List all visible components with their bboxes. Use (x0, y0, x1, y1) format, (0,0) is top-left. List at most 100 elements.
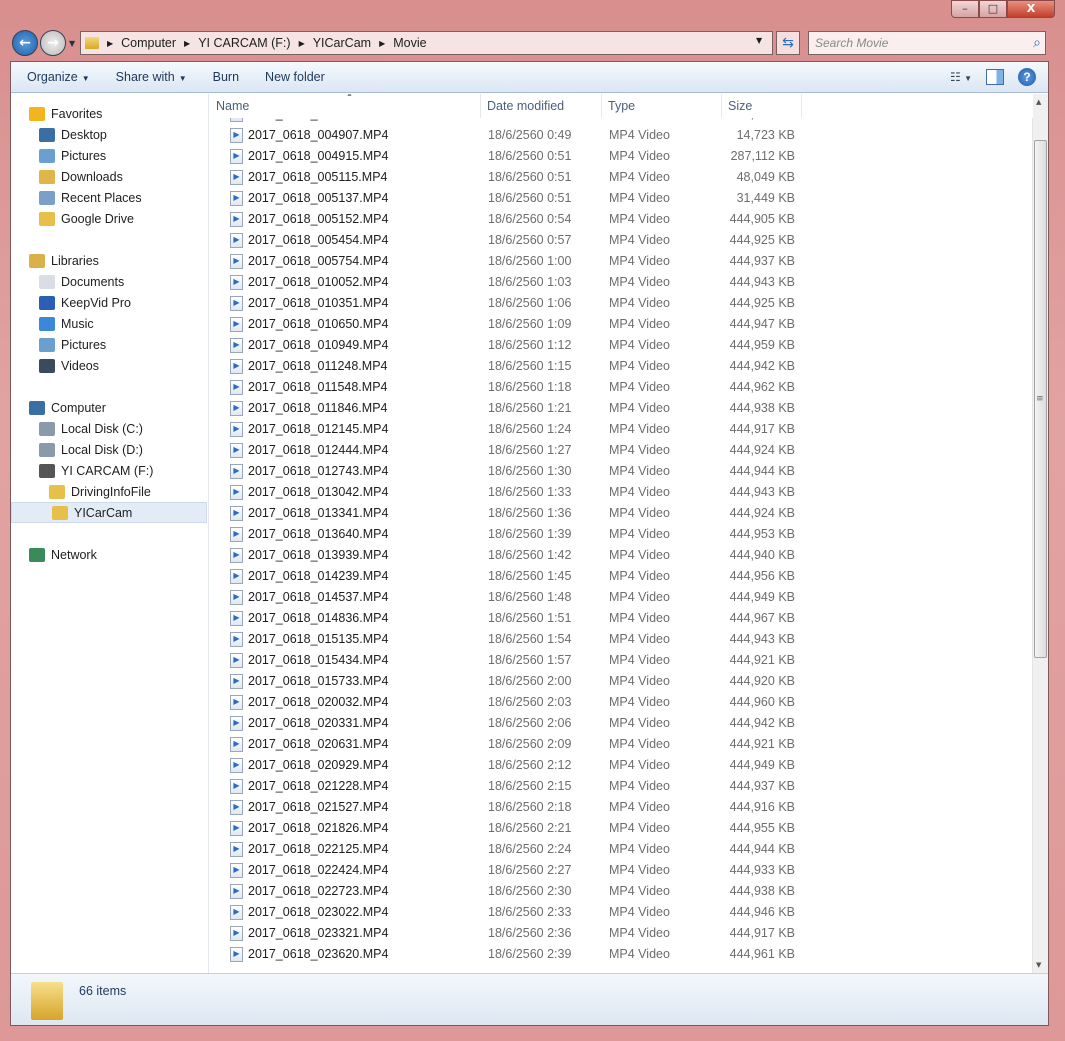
maximize-button[interactable]: □ (979, 0, 1007, 18)
breadcrumb-separator-icon[interactable]: ▶ (299, 39, 305, 48)
breadcrumb-separator-icon[interactable]: ▶ (379, 39, 385, 48)
sidebar-item-local-disk-c[interactable]: Local Disk (C:) (39, 418, 143, 439)
sidebar-item-music[interactable]: Music (39, 313, 94, 334)
file-row[interactable]: ▶ 2017_0618_011548.MP4 18/6/2560 1:18 MP4 V… (210, 377, 1033, 398)
file-row[interactable]: ▶ 2017_0618_015135.MP4 18/6/2560 1:54 MP4 V… (210, 629, 1033, 650)
sidebar-item-pictures[interactable]: Pictures (39, 145, 106, 166)
recent-pages-dropdown[interactable]: ▼ (69, 39, 75, 48)
breadcrumb-movie[interactable]: Movie (393, 36, 426, 50)
file-row[interactable]: ▶ 2017_0618_015434.MP4 18/6/2560 1:57 MP4 V… (210, 650, 1033, 671)
sidebar-item-drivinginfofile[interactable]: DrivingInfoFile (49, 481, 151, 502)
scroll-down-arrow-icon[interactable]: ▼ (1036, 961, 1041, 969)
breadcrumb-separator-icon[interactable]: ▶ (184, 39, 190, 48)
file-row[interactable]: ▶ 2017_0618_004915.MP4 18/6/2560 0:51 MP4 V… (210, 146, 1033, 167)
file-row[interactable]: ▶ 2017_0618_020631.MP4 18/6/2560 2:09 MP4 V… (210, 734, 1033, 755)
file-row[interactable]: ▶ 2017_0618_010650.MP4 18/6/2560 1:09 MP4 V… (210, 314, 1033, 335)
file-row[interactable]: ▶ 2017_0618_023022.MP4 18/6/2560 2:33 MP4 V… (210, 902, 1033, 923)
column-header-date[interactable]: Date modified (481, 94, 602, 118)
new-folder-button[interactable]: New folder (255, 70, 335, 84)
sidebar-item-google-drive[interactable]: Google Drive (39, 208, 134, 229)
breadcrumb-separator-icon[interactable]: ▶ (107, 39, 113, 48)
file-row[interactable]: ▶ 2017_0618_012444.MP4 18/6/2560 1:27 MP4 V… (210, 440, 1033, 461)
file-row[interactable]: ▶ 2017_0618_013042.MP4 18/6/2560 1:33 MP4 V… (210, 482, 1033, 503)
file-row[interactable]: ▶ 2017_0618_021527.MP4 18/6/2560 2:18 MP4 V… (210, 797, 1033, 818)
file-row[interactable]: ▶ 2017_0618_011846.MP4 18/6/2560 1:21 MP4 V… (210, 398, 1033, 419)
back-button[interactable]: ← (12, 30, 38, 56)
pictures-icon (39, 337, 55, 352)
close-button[interactable]: X (1007, 0, 1055, 18)
breadcrumb-drive[interactable]: YI CARCAM (F:) (198, 36, 290, 50)
file-row[interactable]: ▶ 2017_0618_022424.MP4 18/6/2560 2:27 MP4 V… (210, 860, 1033, 881)
forward-button[interactable]: → (40, 30, 66, 56)
sidebar-item-yi-carcam-f[interactable]: YI CARCAM (F:) (39, 460, 153, 481)
file-row[interactable]: ▶ 2017_0618_011248.MP4 18/6/2560 1:15 MP4 V… (210, 356, 1033, 377)
file-row[interactable]: ▶ 2017_0618_010949.MP4 18/6/2560 1:12 MP4 V… (210, 335, 1033, 356)
file-row[interactable]: ▶ 2017_0618_012743.MP4 18/6/2560 1:30 MP4 V… (210, 461, 1033, 482)
file-row[interactable]: ▶ 2017_0618_022723.MP4 18/6/2560 2:30 MP4 V… (210, 881, 1033, 902)
file-row[interactable]: ▶ 2017_0618_010052.MP4 18/6/2560 1:03 MP4 V… (210, 272, 1033, 293)
file-row[interactable]: ▶ 2017_0618_021228.MP4 18/6/2560 2:15 MP4 V… (210, 776, 1033, 797)
file-row[interactable]: ▶ 2017_0618_022125.MP4 18/6/2560 2:24 MP4 V… (210, 839, 1033, 860)
sidebar-item-network[interactable]: Network (29, 544, 97, 565)
preview-pane-button[interactable] (986, 69, 1004, 85)
file-row[interactable]: ▶ 2017_0618_021826.MP4 18/6/2560 2:21 MP4 V… (210, 818, 1033, 839)
file-row[interactable]: ▶ 2017_0618_014537.MP4 18/6/2560 1:48 MP4 V… (210, 587, 1033, 608)
file-type: MP4 Video (609, 758, 670, 772)
refresh-button[interactable]: ⇆ (776, 31, 800, 55)
file-row[interactable]: ▶ 2017_0618_020032.MP4 18/6/2560 2:03 MP4 V… (210, 692, 1033, 713)
sidebar-item-recent-places[interactable]: Recent Places (39, 187, 142, 208)
file-name: 2017_0618_011548.MP4 (248, 380, 388, 394)
sidebar-item-desktop[interactable]: Desktop (39, 124, 107, 145)
sidebar-item-libraries[interactable]: Libraries (29, 250, 99, 271)
sidebar-item-favorites[interactable]: Favorites (29, 103, 102, 124)
file-row[interactable]: ▶ 2017_0618_005152.MP4 18/6/2560 0:54 MP4 V… (210, 209, 1033, 230)
address-bar[interactable]: ▶ Computer ▶ YI CARCAM (F:) ▶ YICarCam ▶… (80, 31, 773, 55)
file-row[interactable]: ▶ 2017_0618_004907.MP4 18/6/2560 0:49 MP4 V… (210, 125, 1033, 146)
file-row[interactable]: ▶ 2017_0618_005137.MP4 18/6/2560 0:51 MP4 V… (210, 188, 1033, 209)
burn-button[interactable]: Burn (203, 70, 249, 84)
file-row[interactable]: ▶ 2017_0618_013341.MP4 18/6/2560 1:36 MP4 V… (210, 503, 1033, 524)
file-row[interactable]: ▶ 2017_0618_014836.MP4 18/6/2560 1:51 MP4 V… (210, 608, 1033, 629)
file-row[interactable]: ▶ 2017_0618_023620.MP4 18/6/2560 2:39 MP4 V… (210, 944, 1033, 965)
sidebar-item-downloads[interactable]: Downloads (39, 166, 123, 187)
file-date-modified: 18/6/2560 2:12 (488, 758, 572, 772)
search-input[interactable]: Search Movie ⌕ (808, 31, 1046, 55)
address-history-dropdown[interactable]: ▼ (756, 36, 762, 45)
sidebar-item-pictures[interactable]: Pictures (39, 334, 106, 355)
sidebar-item-documents[interactable]: Documents (39, 271, 124, 292)
column-header-type[interactable]: Type (602, 94, 722, 118)
change-view-button[interactable]: ☷ ▼ (950, 70, 972, 84)
sidebar-item-yicarcam[interactable]: YICarCam (11, 502, 207, 523)
search-icon[interactable]: ⌕ (1033, 34, 1041, 51)
file-size: 444,921 KB (729, 737, 795, 751)
help-button[interactable]: ? (1018, 68, 1036, 86)
file-row[interactable]: ▶ 2017_0618_005454.MP4 18/6/2560 0:57 MP4 V… (210, 230, 1033, 251)
breadcrumb-yicarcam[interactable]: YICarCam (313, 36, 371, 50)
sidebar-item-keepvid-pro[interactable]: KeepVid Pro (39, 292, 131, 313)
share-with-button[interactable]: Share with ▼ (106, 70, 197, 84)
scroll-up-arrow-icon[interactable]: ▲ (1036, 98, 1041, 106)
sidebar-item-videos[interactable]: Videos (39, 355, 99, 376)
column-header-size[interactable]: Size (722, 94, 802, 118)
file-name: 2017_0618_010351.MP4 (248, 296, 389, 310)
breadcrumb-computer[interactable]: Computer (121, 36, 176, 50)
organize-button[interactable]: Organize ▼ (17, 70, 100, 84)
file-row[interactable]: ▶ 2017_0618_013640.MP4 18/6/2560 1:39 MP4 V… (210, 524, 1033, 545)
file-row[interactable]: ▶ 2017_0618_014239.MP4 18/6/2560 1:45 MP4 V… (210, 566, 1033, 587)
vertical-scrollbar[interactable]: ▲ ≡ ▼ (1032, 94, 1048, 973)
file-name: 2017_0618_020331.MP4 (248, 716, 389, 730)
sidebar-item-local-disk-d[interactable]: Local Disk (D:) (39, 439, 143, 460)
file-row[interactable]: ▶ 2017_0618_020929.MP4 18/6/2560 2:12 MP4 V… (210, 755, 1033, 776)
file-row[interactable]: ▶ 2017_0618_023321.MP4 18/6/2560 2:36 MP4 V… (210, 923, 1033, 944)
file-row[interactable]: ▶ 2017_0618_020331.MP4 18/6/2560 2:06 MP4 V… (210, 713, 1033, 734)
file-row[interactable]: ▶ 2017_0618_010351.MP4 18/6/2560 1:06 MP4 V… (210, 293, 1033, 314)
file-name: 2017_0618_005754.MP4 (248, 254, 389, 268)
file-row[interactable]: ▶ 2017_0618_005754.MP4 18/6/2560 1:00 MP4 V… (210, 251, 1033, 272)
file-row[interactable]: ▶ 2017_0618_005115.MP4 18/6/2560 0:51 MP4 V… (210, 167, 1033, 188)
sidebar-item-label: Network (51, 547, 97, 562)
file-row[interactable]: ▶ 2017_0618_015733.MP4 18/6/2560 2:00 MP4 V… (210, 671, 1033, 692)
file-row[interactable]: ▶ 2017_0618_013939.MP4 18/6/2560 1:42 MP4 V… (210, 545, 1033, 566)
file-row[interactable]: ▶ 2017_0618_012145.MP4 18/6/2560 1:24 MP4 V… (210, 419, 1033, 440)
minimize-button[interactable]: – (951, 0, 979, 18)
sidebar-item-computer[interactable]: Computer (29, 397, 106, 418)
